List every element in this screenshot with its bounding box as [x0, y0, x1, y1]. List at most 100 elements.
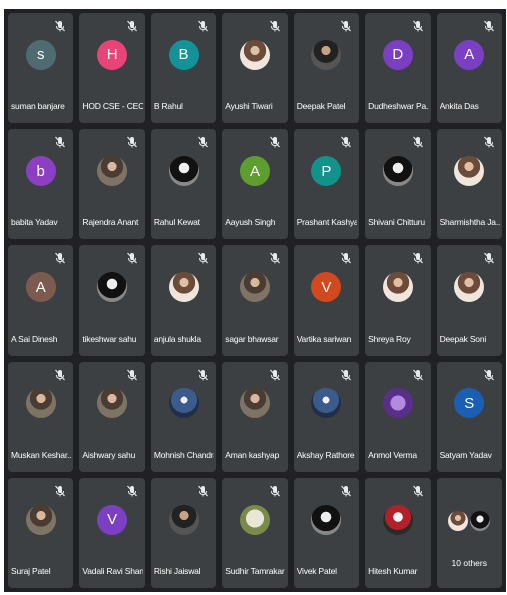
participant-tile[interactable]: tikeshwar sahu [79, 245, 145, 356]
avatar: A [454, 39, 485, 70]
participant-tile[interactable]: Shreya Roy [365, 245, 431, 356]
participant-tile[interactable]: anjula shukla [150, 245, 217, 356]
mic-off-icon [482, 251, 496, 265]
avatar [239, 272, 270, 303]
participant-tile[interactable]: Deepak Soni [436, 245, 502, 356]
mic-off-icon [339, 484, 353, 498]
participant-tile[interactable]: s suman banjare [8, 13, 74, 124]
avatar [311, 39, 342, 70]
avatar [168, 156, 199, 187]
mic-off-icon [268, 135, 282, 149]
participant-tile[interactable]: V Vadali Ravi Shan... [79, 477, 145, 588]
avatar [382, 156, 413, 187]
participant-name: Shivani Chitturu [368, 217, 425, 228]
participant-name: B Rahul [153, 101, 183, 112]
participant-tile[interactable]: Akshay Rathore [293, 361, 360, 472]
avatar: V [97, 504, 128, 535]
participant-name: Sharmishtha Ja... [439, 217, 500, 228]
avatar [239, 388, 270, 419]
participant-tile[interactable]: V Vartika sariwan [293, 245, 360, 356]
participant-tile[interactable]: Rajendra Anant [79, 129, 145, 240]
mic-off-icon [53, 484, 67, 498]
avatar: S [454, 388, 485, 419]
mic-off-icon [53, 251, 67, 265]
avatar [448, 510, 469, 531]
avatar [25, 388, 56, 419]
participant-tile[interactable]: Shivani Chitturu [365, 129, 431, 240]
avatar: b [25, 156, 56, 187]
avatar [311, 388, 342, 419]
participant-tile[interactable]: Sudhir Tamrakar [222, 477, 288, 588]
mic-off-icon [125, 484, 139, 498]
others-count-label: 10 others [451, 557, 487, 568]
participant-name: Vartika sariwan [296, 333, 352, 344]
participant-name: Vadali Ravi Shan... [82, 565, 143, 576]
participant-name: Muskan Keshar... [11, 449, 72, 460]
mic-off-icon [268, 368, 282, 382]
avatar: H [97, 39, 128, 70]
participant-tile[interactable]: Ayushi Tiwari [222, 13, 288, 124]
participant-tile[interactable]: Aishwary sahu [79, 361, 145, 472]
avatar: V [311, 272, 342, 303]
participant-name: Aayush Singh [225, 217, 276, 228]
participant-name: Vivek Patel [296, 565, 337, 576]
participant-tile[interactable]: S Satyam Yadav [436, 361, 502, 472]
participant-name: anjula shukla [153, 333, 201, 344]
participant-tile[interactable]: Suraj Patel [8, 477, 74, 588]
participant-name: Rishi Jaiswal [153, 565, 201, 576]
participant-tile[interactable]: A Aayush Singh [222, 129, 288, 240]
participant-name: Akshay Rathore [296, 449, 355, 460]
mic-off-icon [339, 19, 353, 33]
mic-off-icon [411, 484, 425, 498]
participant-name: Ankita Das [439, 101, 479, 112]
participant-tile[interactable]: Vivek Patel [293, 477, 360, 588]
avatar: D [382, 39, 413, 70]
mic-off-icon [268, 19, 282, 33]
participant-tile[interactable]: Aman kashyap [222, 361, 288, 472]
mic-off-icon [268, 251, 282, 265]
mic-off-icon [339, 368, 353, 382]
avatar [239, 504, 270, 535]
avatar [454, 272, 485, 303]
participant-tile[interactable]: A A Sai Dinesh [8, 245, 74, 356]
participant-tile[interactable]: B B Rahul [150, 13, 217, 124]
participant-name: Prashant Kashyap [296, 217, 358, 228]
mic-off-icon [339, 135, 353, 149]
avatar: s [25, 39, 56, 70]
avatar [97, 388, 128, 419]
participant-tile[interactable]: Sharmishtha Ja... [436, 129, 502, 240]
participant-tile[interactable]: b babita Yadav [8, 129, 74, 240]
participant-tile[interactable]: H HOD CSE - CEC [79, 13, 145, 124]
mic-off-icon [53, 19, 67, 33]
participant-name: Rajendra Anant [82, 217, 139, 228]
participant-name: Hitesh Kumar [368, 565, 418, 576]
participant-tile[interactable]: Anmol Verma [365, 361, 431, 472]
participant-name: Satyam Yadav [439, 449, 492, 460]
mic-off-icon [196, 368, 210, 382]
avatar: A [239, 156, 270, 187]
participant-tile[interactable]: Rishi Jaiswal [150, 477, 217, 588]
participant-name: Shreya Roy [368, 333, 411, 344]
mic-off-icon [196, 484, 210, 498]
participant-tile[interactable]: P Prashant Kashyap [293, 129, 360, 240]
avatar [382, 388, 413, 419]
mic-off-icon [411, 19, 425, 33]
participant-tile[interactable]: A Ankita Das [436, 13, 502, 124]
participant-tile[interactable]: Hitesh Kumar [365, 477, 431, 588]
participant-tile[interactable]: D Dudheshwar Pa... [365, 13, 431, 124]
mic-off-icon [411, 135, 425, 149]
mic-off-icon [411, 368, 425, 382]
participant-name: Mohnish Chandra [153, 449, 215, 460]
participant-name: Dudheshwar Pa... [368, 101, 429, 112]
participant-tile[interactable]: Rahul Kewat [150, 129, 217, 240]
avatar [311, 504, 342, 535]
participant-tile[interactable]: Deepak Patel [293, 13, 360, 124]
participant-tile[interactable]: Mohnish Chandra [150, 361, 217, 472]
mic-off-icon [482, 135, 496, 149]
mic-off-icon [268, 484, 282, 498]
participant-tile[interactable]: sagar bhawsar [222, 245, 288, 356]
avatar [97, 272, 128, 303]
avatar [239, 39, 270, 70]
others-tile[interactable]: 10 others [436, 477, 502, 588]
participant-tile[interactable]: Muskan Keshar... [8, 361, 74, 472]
